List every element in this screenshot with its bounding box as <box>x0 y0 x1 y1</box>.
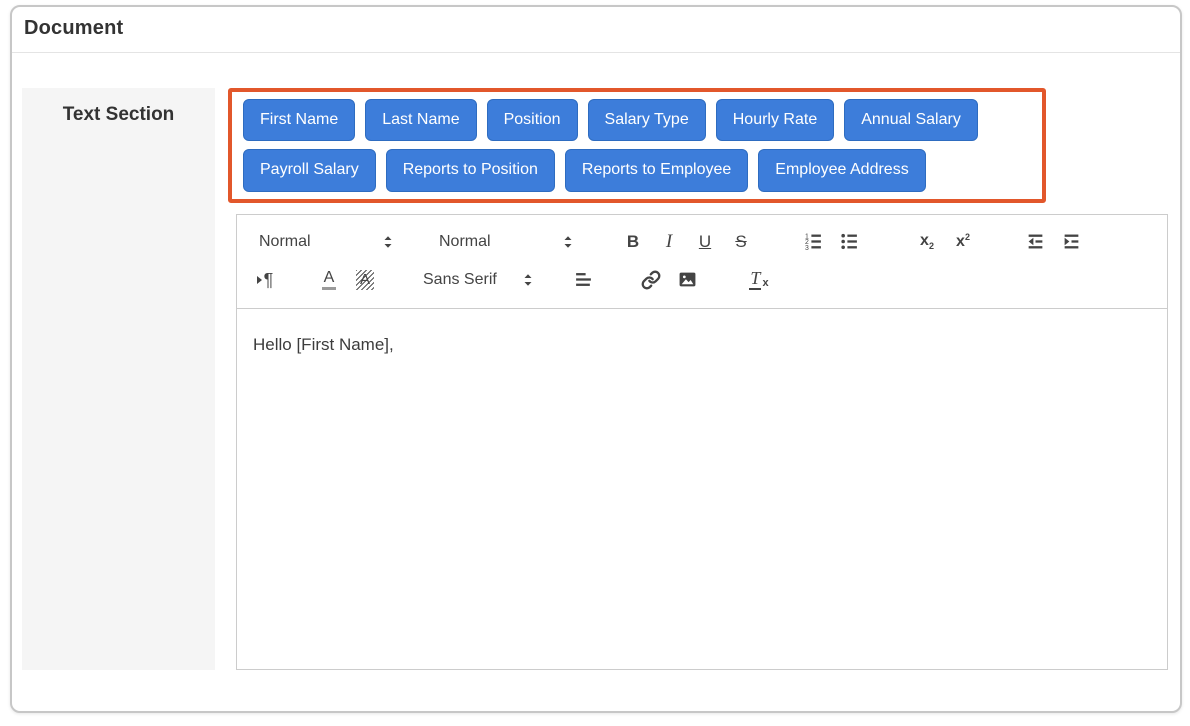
indent-button[interactable] <box>1057 229 1085 255</box>
bullet-list-button[interactable] <box>835 229 863 255</box>
merge-field-button-last-name[interactable]: Last Name <box>365 99 476 141</box>
text-direction-button[interactable]: ¶ <box>251 267 279 293</box>
sidebar-section-label: Text Section <box>63 104 175 125</box>
document-window: Document Text Section First NameLast Nam… <box>10 5 1182 713</box>
ordered-list-icon: 1 2 3 <box>804 232 823 251</box>
merge-field-button-hourly-rate[interactable]: Hourly Rate <box>716 99 834 141</box>
merge-field-button-first-name[interactable]: First Name <box>243 99 355 141</box>
background-color-icon: A <box>356 270 374 290</box>
editor-text: Hello [First Name], <box>253 335 394 354</box>
superscript-button[interactable]: x2 <box>949 229 977 255</box>
bullet-list-icon <box>840 232 859 251</box>
font-picker[interactable]: Sans Serif <box>415 271 539 289</box>
merge-field-button-annual-salary[interactable]: Annual Salary <box>844 99 978 141</box>
size-picker-label: Normal <box>439 233 491 251</box>
merge-field-button-position[interactable]: Position <box>487 99 578 141</box>
svg-text:3: 3 <box>805 245 809 251</box>
bold-button[interactable]: B <box>619 229 647 255</box>
merge-fields-box: First NameLast Name PositionSalary TypeHo… <box>228 88 1046 203</box>
subscript-icon: x2 <box>920 233 934 251</box>
image-button[interactable] <box>673 267 701 293</box>
pilcrow-icon: ¶ <box>264 271 274 289</box>
updown-arrows-icon <box>559 233 577 251</box>
link-icon <box>641 270 661 290</box>
direction-triangle-icon <box>257 276 262 284</box>
title-bar: Document <box>12 7 1180 52</box>
text-color-button[interactable]: A <box>315 267 343 293</box>
sidebar-section-text[interactable]: Text Section <box>22 88 215 670</box>
italic-button[interactable]: I <box>655 229 683 255</box>
ordered-list-button[interactable]: 1 2 3 <box>799 229 827 255</box>
updown-arrows-icon <box>519 271 537 289</box>
align-button[interactable] <box>569 267 597 293</box>
content-area: Text Section First NameLast Name Position… <box>12 53 1180 670</box>
toolbar-row-2: ¶ A A Sans Serif <box>251 261 1153 299</box>
italic-icon: I <box>666 231 672 253</box>
subscript-button[interactable]: x2 <box>913 229 941 255</box>
merge-field-button-reports-to-position[interactable]: Reports to Position <box>386 149 555 191</box>
paragraph-style-picker[interactable]: Normal <box>251 233 399 251</box>
merge-field-button-payroll-salary[interactable]: Payroll Salary <box>243 149 376 191</box>
image-icon <box>678 270 697 289</box>
main-column: First NameLast Name PositionSalary TypeHo… <box>228 88 1168 670</box>
merge-field-button-salary-type[interactable]: Salary Type <box>588 99 706 141</box>
underline-button[interactable]: U <box>691 229 719 255</box>
outdent-button[interactable] <box>1021 229 1049 255</box>
merge-field-button-employee-address[interactable]: Employee Address <box>758 149 925 191</box>
paragraph-style-picker-label: Normal <box>259 233 311 251</box>
outdent-icon <box>1026 232 1045 251</box>
link-button[interactable] <box>637 267 665 293</box>
merge-field-button-reports-to-employee[interactable]: Reports to Employee <box>565 149 748 191</box>
editor-text-area[interactable]: Hello [First Name], <box>237 309 1167 669</box>
toolbar-row-1: Normal Normal B <box>251 223 1153 261</box>
strikethrough-icon: S <box>735 232 746 252</box>
clear-formatting-button[interactable]: T x <box>745 267 773 293</box>
text-color-icon: A <box>322 270 337 290</box>
underline-icon: U <box>699 232 711 252</box>
updown-arrows-icon <box>379 233 397 251</box>
rich-text-editor: Normal Normal B <box>236 214 1168 670</box>
font-picker-label: Sans Serif <box>423 271 497 289</box>
indent-icon <box>1062 232 1081 251</box>
size-picker[interactable]: Normal <box>431 233 579 251</box>
bold-icon: B <box>627 232 639 252</box>
superscript-icon: x2 <box>956 233 970 250</box>
clear-formatting-icon: T <box>749 269 761 290</box>
editor-toolbar: Normal Normal B <box>237 215 1167 309</box>
page-title: Document <box>24 17 1168 40</box>
strikethrough-button[interactable]: S <box>727 229 755 255</box>
background-color-button[interactable]: A <box>351 267 379 293</box>
align-icon <box>574 270 593 289</box>
